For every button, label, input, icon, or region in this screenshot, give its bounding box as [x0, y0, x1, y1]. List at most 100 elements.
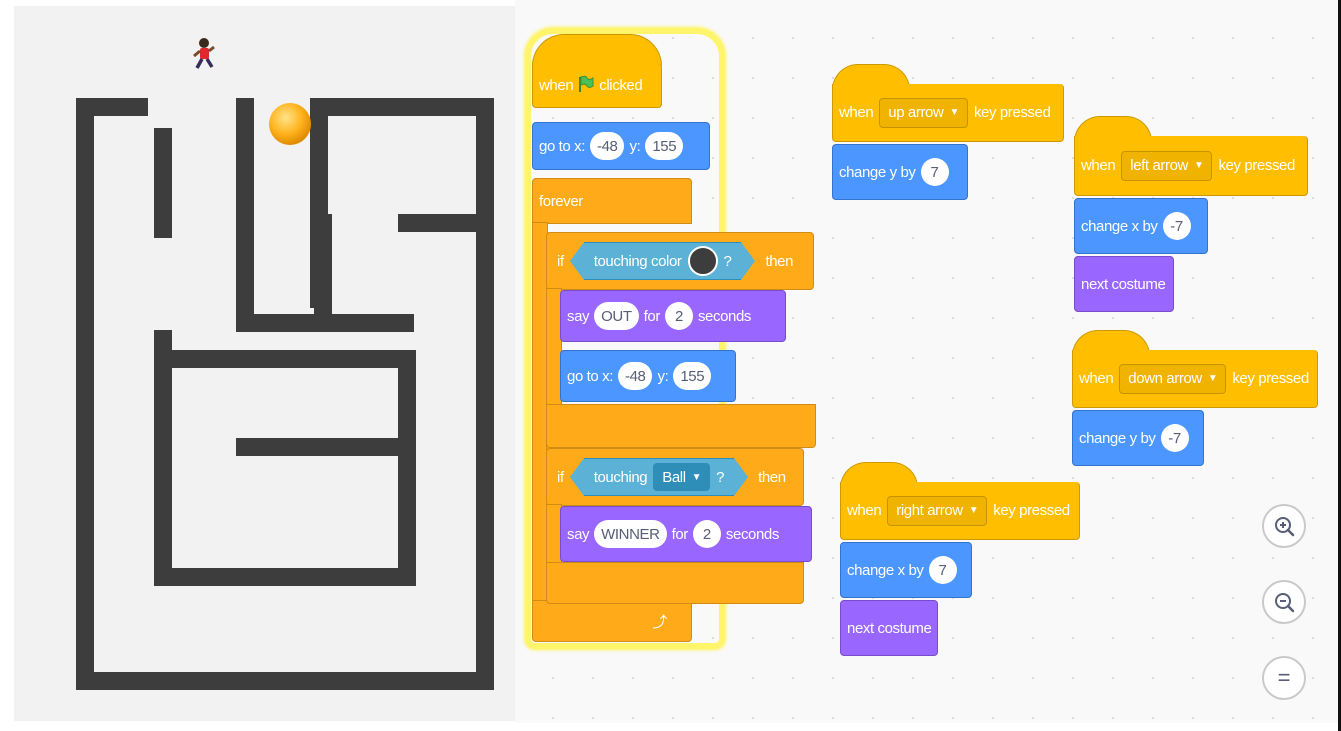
chevron-down-icon: ▼: [1207, 373, 1218, 384]
for-label-2: for: [671, 525, 689, 543]
change-x-input-left[interactable]: -7: [1162, 212, 1191, 240]
if1-label: if: [557, 252, 564, 270]
zoom-out-button[interactable]: [1262, 580, 1306, 624]
goto-y-input[interactable]: 155: [645, 132, 684, 160]
say-text-input[interactable]: OUT: [594, 302, 639, 330]
say-winner-block[interactable]: say WINNER for 2 seconds: [560, 506, 812, 562]
question-mark: ?: [723, 252, 732, 270]
forever-label: forever: [539, 193, 583, 210]
touching-target: Ball: [662, 468, 686, 486]
seconds-label: seconds: [697, 307, 752, 325]
maze-wall: [398, 350, 416, 586]
question-mark-2: ?: [716, 468, 725, 486]
touching-color-label: touching color: [593, 252, 682, 270]
key-dropdown-left[interactable]: left arrow ▼: [1121, 150, 1213, 181]
maze-wall: [476, 98, 494, 690]
change-x-label-left: change x by: [1081, 217, 1158, 235]
chevron-down-icon: ▼: [968, 505, 979, 516]
maze-wall: [154, 330, 172, 586]
key-left-label: left arrow: [1130, 157, 1188, 174]
goto-x-input-2[interactable]: -48: [618, 362, 653, 390]
key-dropdown-down[interactable]: down arrow ▼: [1119, 363, 1227, 394]
touching-color-sensor[interactable]: touching color ?: [569, 242, 756, 280]
say-for-secs-block[interactable]: say OUT for 2 seconds: [560, 290, 786, 342]
maze-wall: [236, 98, 254, 330]
zoom-out-icon: [1275, 593, 1295, 613]
goto-y-label-2: y:: [657, 367, 669, 385]
change-y-block-up[interactable]: change y by 7: [832, 144, 968, 200]
when-label-up: when: [839, 104, 874, 121]
next-costume-label-right: next costume: [847, 619, 932, 637]
next-costume-block-left[interactable]: next costume: [1074, 256, 1174, 312]
say-winner-input[interactable]: WINNER: [594, 520, 667, 548]
change-y-block-down[interactable]: change y by -7: [1072, 410, 1204, 466]
maze-wall: [154, 128, 172, 238]
change-y-input-up[interactable]: 7: [920, 158, 949, 186]
goto-label-2: go to x:: [567, 367, 613, 385]
chevron-down-icon: ▼: [949, 107, 959, 118]
when-down-arrow-pressed-block[interactable]: when down arrow ▼ key pressed: [1072, 350, 1318, 408]
key-down-label: down arrow: [1128, 370, 1202, 387]
equals-icon: =: [1277, 665, 1291, 690]
goto-y-input-2[interactable]: 155: [673, 362, 712, 390]
next-costume-label-left: next costume: [1081, 275, 1166, 293]
when-label-right: when: [847, 502, 882, 519]
maze-walls: [76, 38, 494, 690]
hat-when-label: when: [539, 77, 574, 94]
hat-cap: [532, 34, 662, 66]
when-label-down: when: [1079, 370, 1114, 387]
goto-x-input[interactable]: -48: [590, 132, 625, 160]
touching-dropdown[interactable]: Ball ▼: [653, 463, 711, 491]
if-touching-ball-block[interactable]: if touching Ball ▼ ? then: [546, 448, 804, 506]
say-secs-input-2[interactable]: 2: [692, 520, 721, 548]
if-touching-color-block[interactable]: if touching color ? then: [546, 232, 814, 290]
key-right-label: right arrow: [896, 502, 963, 519]
maze-stage: [14, 6, 515, 721]
workspace-bottom-edge: [515, 723, 1341, 731]
change-y-input-down[interactable]: -7: [1160, 424, 1189, 452]
change-x-block-right[interactable]: change x by 7: [840, 542, 972, 598]
color-swatch[interactable]: [687, 246, 718, 276]
change-y-label-up: change y by: [839, 163, 916, 181]
maze-wall: [154, 568, 416, 586]
zoom-reset-button[interactable]: =: [1262, 656, 1306, 700]
change-x-input-right[interactable]: 7: [928, 556, 957, 584]
key-dropdown-right[interactable]: right arrow ▼: [887, 495, 988, 526]
change-x-block-left[interactable]: change x by -7: [1074, 198, 1208, 254]
when-left-arrow-pressed-block[interactable]: when left arrow ▼ key pressed: [1074, 136, 1308, 196]
when-flag-clicked-block[interactable]: when clicked: [532, 64, 662, 108]
if2-bottom: [546, 562, 804, 604]
chevron-down-icon: ▼: [691, 471, 702, 483]
forever-block[interactable]: forever: [532, 178, 692, 224]
change-y-label-down: change y by: [1079, 429, 1156, 447]
when-right-arrow-pressed-block[interactable]: when right arrow ▼ key pressed: [840, 482, 1080, 540]
then-label: then: [765, 252, 794, 270]
zoom-in-button[interactable]: [1262, 504, 1306, 548]
touching-sensor[interactable]: touching Ball ▼ ?: [569, 458, 749, 496]
maze-wall: [398, 214, 478, 232]
touching-label: touching: [593, 468, 648, 486]
key-dropdown-up[interactable]: up arrow ▼: [879, 97, 968, 128]
runner-sprite: [193, 38, 215, 69]
ball-sprite: [269, 103, 311, 145]
maze-wall: [236, 438, 410, 456]
go-to-xy-block-2[interactable]: go to x: -48 y: 155: [560, 350, 736, 402]
then-label-2: then: [758, 468, 786, 486]
key-pressed-label-right: key pressed: [993, 502, 1070, 519]
maze-wall: [314, 214, 332, 332]
say-label-2: say: [567, 525, 590, 543]
go-to-xy-block[interactable]: go to x: -48 y: 155: [532, 122, 710, 170]
when-label-left: when: [1081, 157, 1116, 174]
say-secs-input[interactable]: 2: [664, 302, 693, 330]
key-up-label: up arrow: [888, 104, 944, 121]
zoom-in-icon: [1275, 517, 1295, 537]
hat-clicked-label: clicked: [599, 77, 643, 94]
key-pressed-label-left: key pressed: [1218, 157, 1295, 174]
maze-wall: [154, 350, 416, 368]
say-label: say: [567, 307, 590, 325]
for-label: for: [643, 307, 661, 325]
loop-arrow-icon: ⤴: [652, 613, 667, 631]
key-pressed-label-up: key pressed: [973, 104, 1051, 121]
next-costume-block-right[interactable]: next costume: [840, 600, 938, 656]
when-up-arrow-pressed-block[interactable]: when up arrow ▼ key pressed: [832, 84, 1064, 142]
